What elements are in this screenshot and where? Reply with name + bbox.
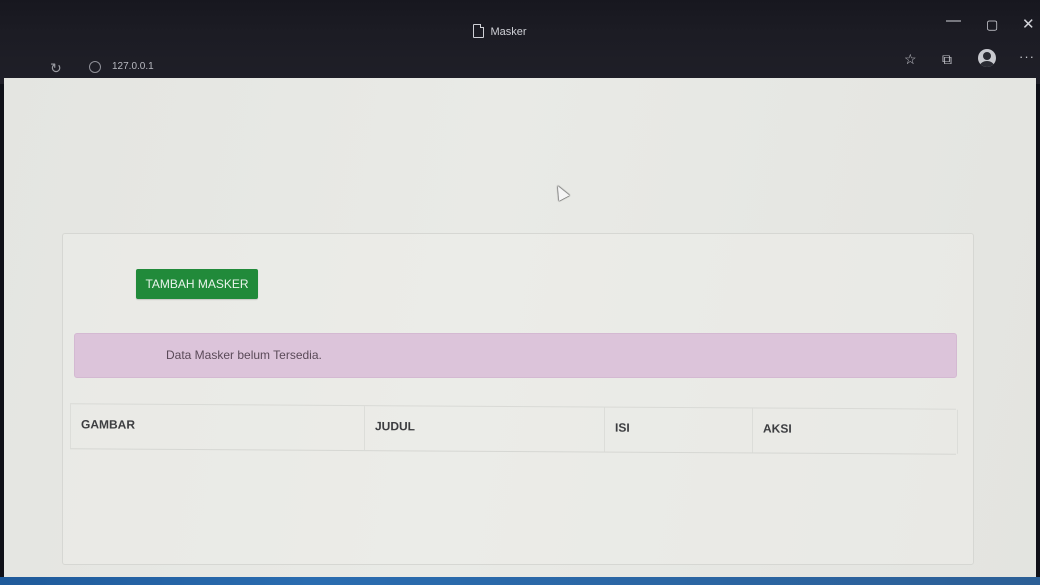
minimize-button[interactable]: — — [946, 12, 961, 29]
column-header-gambar: GAMBAR — [70, 404, 365, 451]
tab-title: Masker — [490, 26, 527, 38]
column-header-aksi: AKSI — [752, 408, 958, 454]
refresh-icon[interactable]: ↻ — [50, 60, 62, 77]
empty-data-alert: Data Masker belum Tersedia. — [74, 333, 957, 378]
close-button[interactable]: ✕ — [1022, 15, 1035, 33]
add-mask-button[interactable]: TAMBAH MASKER — [136, 269, 258, 299]
data-table: GAMBAR JUDUL ISI AKSI — [70, 403, 958, 455]
more-options-icon[interactable]: ··· — [1019, 49, 1035, 64]
window-title: Masker — [0, 24, 1000, 38]
taskbar — [0, 577, 1040, 585]
favorites-icon[interactable]: ☆ — [904, 51, 917, 68]
column-header-judul: JUDUL — [364, 406, 605, 452]
document-icon — [473, 24, 485, 38]
maximize-button[interactable]: ▢ — [986, 17, 998, 33]
collections-icon[interactable]: ⧉ — [942, 51, 952, 68]
address-bar[interactable]: 127.0.0.1 — [112, 61, 154, 72]
profile-icon[interactable] — [978, 49, 996, 67]
browser-chrome: Masker — ▢ ✕ ↻ 127.0.0.1 ☆ ⧉ ··· — [0, 0, 1040, 84]
page-viewport: TAMBAH MASKER Data Masker belum Tersedia… — [4, 78, 1036, 585]
column-header-isi: ISI — [604, 407, 753, 453]
alert-text: Data Masker belum Tersedia. — [166, 348, 322, 362]
site-info-icon[interactable] — [89, 61, 101, 73]
